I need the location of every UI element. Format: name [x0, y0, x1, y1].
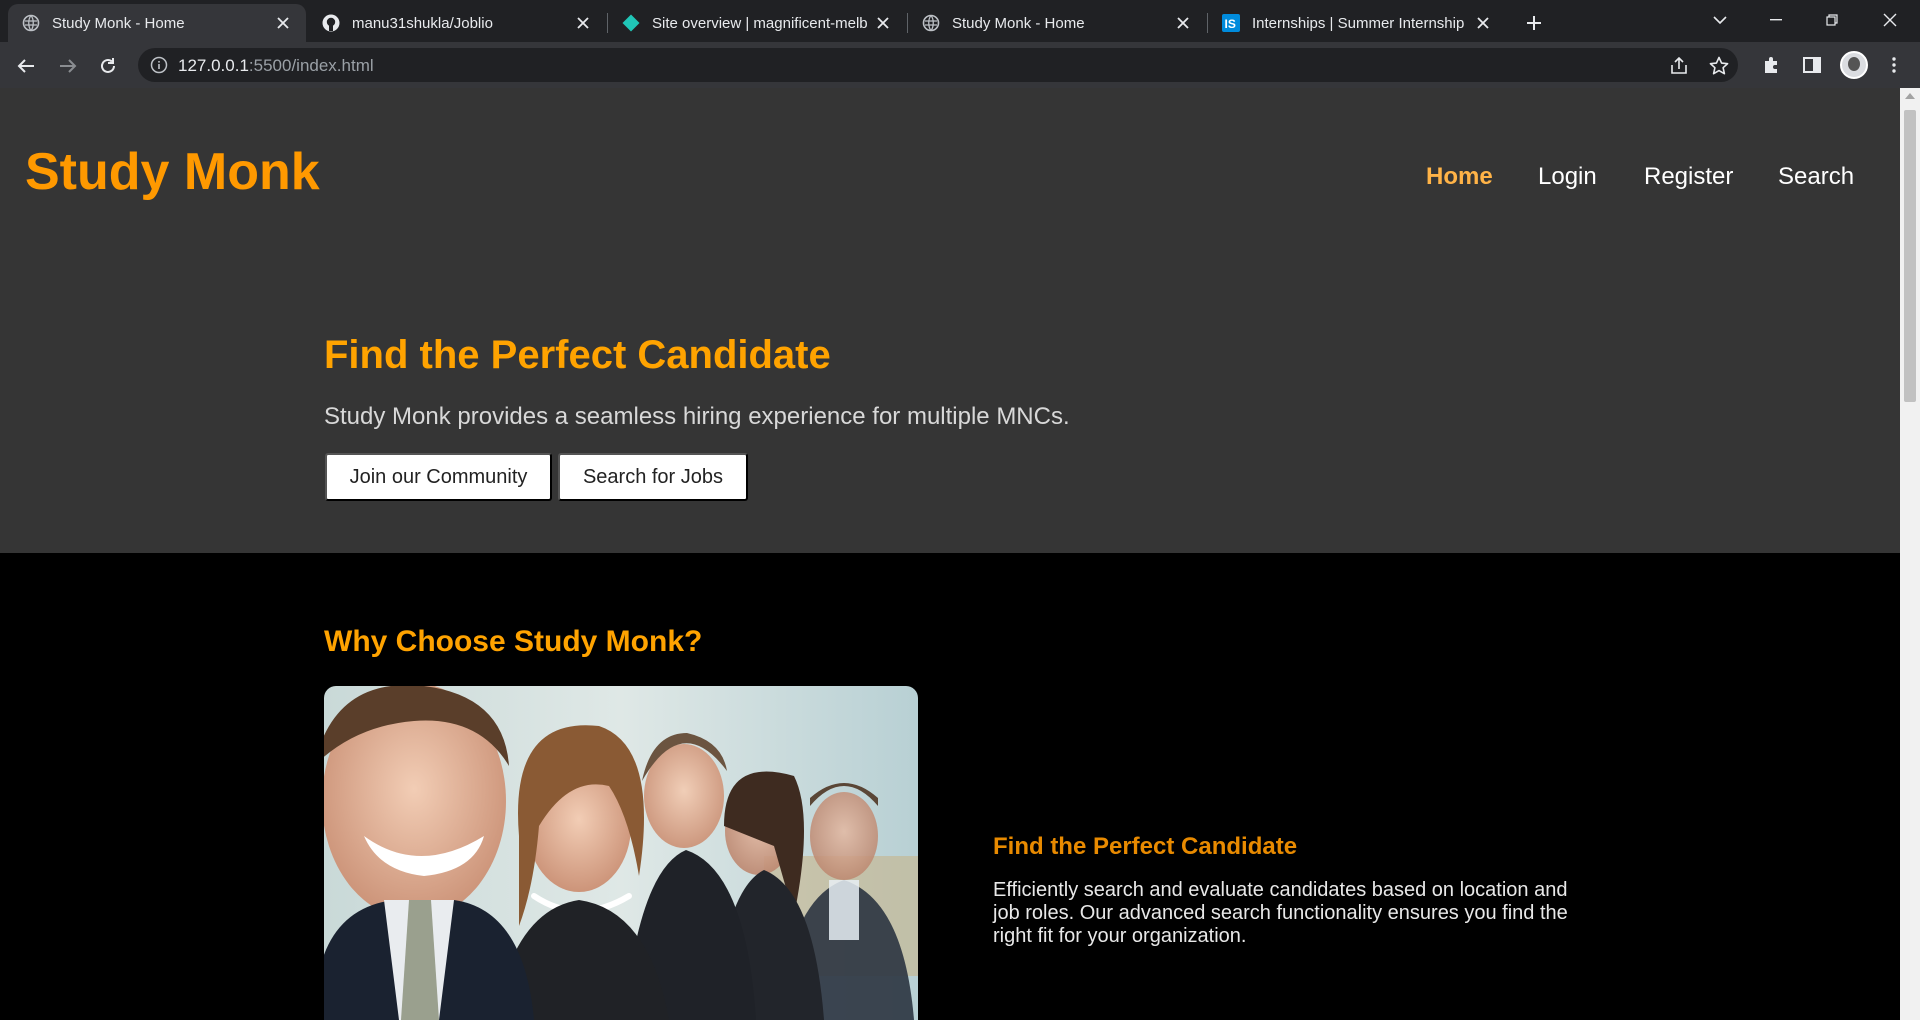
hero-subtitle: Study Monk provides a seamless hiring ex…: [324, 403, 1070, 430]
netlify-icon: [622, 14, 640, 32]
scroll-up-arrow-icon[interactable]: [1905, 93, 1915, 99]
new-tab-button[interactable]: [1520, 9, 1548, 37]
browser-tab[interactable]: Study Monk - Home: [908, 4, 1206, 42]
site-logo[interactable]: Study Monk: [25, 142, 320, 202]
internshala-icon: IS: [1222, 14, 1240, 32]
hero-title: Find the Perfect Candidate: [324, 333, 831, 377]
tab-title: Site overview | magnificent-melb: [652, 14, 868, 32]
browser-tab-bar: Study Monk - Home manu31shukla/Joblio Si…: [0, 0, 1920, 42]
hero-section: Study Monk Home Login Register Search Fi…: [0, 88, 1900, 553]
side-panel-icon[interactable]: [1800, 53, 1824, 77]
tab-title: Study Monk - Home: [952, 14, 1085, 32]
globe-icon: [22, 14, 40, 32]
nav-search[interactable]: Search: [1778, 163, 1854, 191]
close-tab-icon[interactable]: [874, 14, 892, 32]
github-icon: [322, 14, 340, 32]
page-viewport: Study Monk Home Login Register Search Fi…: [0, 88, 1900, 1020]
bookmark-star-icon[interactable]: [1708, 55, 1730, 77]
scrollbar-thumb[interactable]: [1904, 110, 1916, 402]
vertical-scrollbar[interactable]: [1900, 88, 1920, 1020]
join-community-button[interactable]: Join our Community: [325, 453, 552, 501]
tab-title: Study Monk - Home: [52, 14, 185, 32]
feature-description: Efficiently search and evaluate candidat…: [993, 879, 1568, 947]
restore-icon[interactable]: [1804, 0, 1860, 40]
browser-tab[interactable]: Study Monk - Home: [8, 4, 306, 42]
forward-icon[interactable]: [52, 50, 84, 82]
nav-login[interactable]: Login: [1538, 163, 1597, 191]
tab-title: Internships | Summer Internship: [1252, 14, 1465, 32]
share-icon[interactable]: [1668, 55, 1690, 77]
minimize-icon[interactable]: [1748, 0, 1804, 40]
site-info-icon[interactable]: [150, 56, 168, 74]
address-bar[interactable]: 127.0.0.1:5500/index.html: [138, 48, 1738, 82]
close-tab-icon[interactable]: [1174, 14, 1192, 32]
reload-icon[interactable]: [92, 50, 124, 82]
tab-title: manu31shukla/Joblio: [352, 14, 493, 32]
nav-home[interactable]: Home: [1426, 163, 1493, 191]
search-jobs-button[interactable]: Search for Jobs: [558, 453, 748, 501]
why-section-title: Why Choose Study Monk?: [324, 625, 703, 658]
svg-text:IS: IS: [1225, 17, 1236, 31]
close-tab-icon[interactable]: [574, 14, 592, 32]
close-tab-icon[interactable]: [274, 14, 292, 32]
browser-toolbar: 127.0.0.1:5500/index.html: [0, 42, 1920, 88]
url-text: 127.0.0.1:5500/index.html: [178, 56, 374, 76]
menu-kebab-icon[interactable]: [1882, 53, 1906, 77]
url-path: :5500/index.html: [248, 56, 374, 75]
team-photo: [324, 686, 918, 1020]
url-host: 127.0.0.1: [178, 56, 249, 75]
tab-search-icon[interactable]: [1692, 0, 1748, 40]
feature-title: Find the Perfect Candidate: [993, 833, 1298, 860]
nav-register[interactable]: Register: [1644, 163, 1733, 191]
browser-tab[interactable]: IS Internships | Summer Internship: [1208, 4, 1506, 42]
close-tab-icon[interactable]: [1474, 14, 1492, 32]
close-window-icon[interactable]: [1862, 0, 1918, 40]
profile-avatar[interactable]: [1840, 51, 1868, 79]
browser-tab[interactable]: Site overview | magnificent-melb: [608, 4, 906, 42]
extensions-icon[interactable]: [1760, 53, 1784, 77]
back-icon[interactable]: [10, 50, 42, 82]
globe-icon: [922, 14, 940, 32]
browser-tab[interactable]: manu31shukla/Joblio: [308, 4, 606, 42]
